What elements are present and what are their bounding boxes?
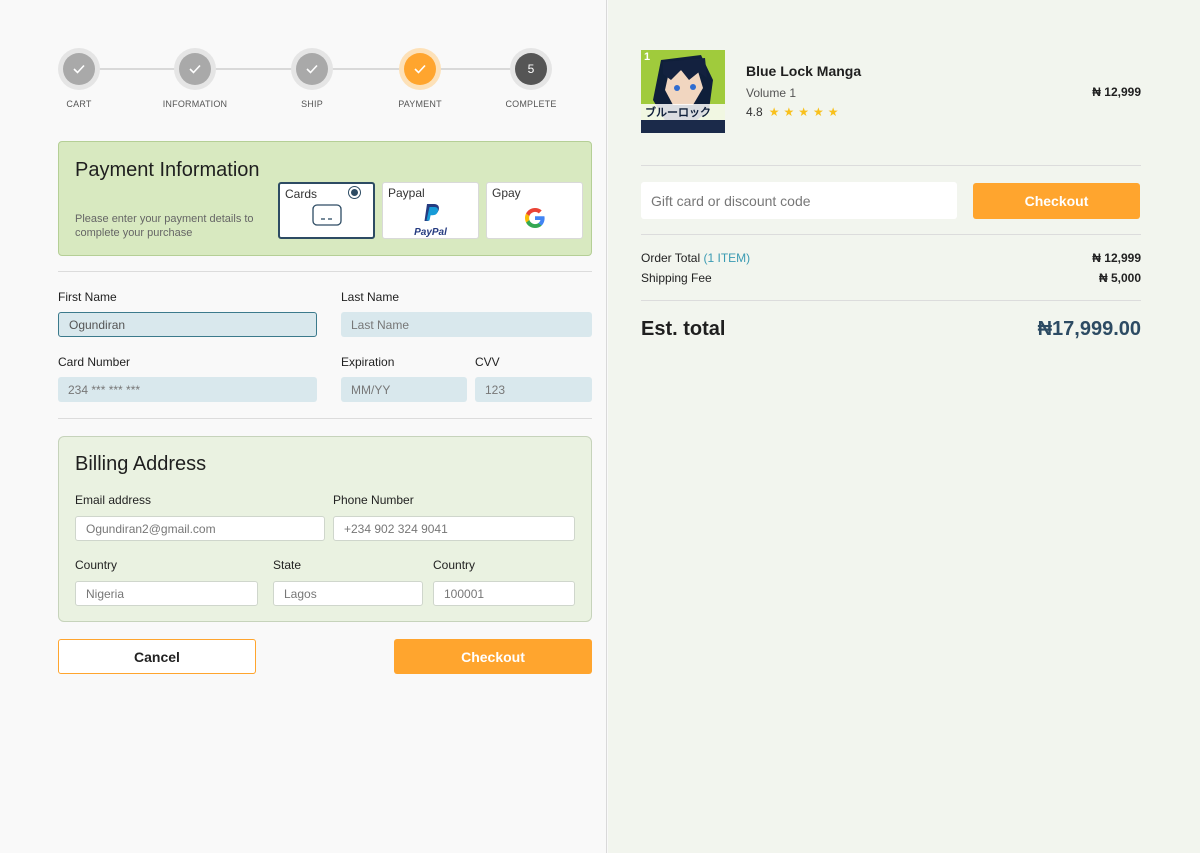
- step-information[interactable]: INFORMATION: [150, 48, 240, 109]
- divider: [58, 418, 592, 419]
- cvv-input[interactable]: 123: [475, 377, 592, 402]
- shipping-fee-label: Shipping Fee: [641, 271, 712, 285]
- step-complete[interactable]: 5 COMPLETE: [486, 48, 576, 109]
- checkout-button[interactable]: Checkout: [394, 639, 592, 674]
- card-number-label: Card Number: [58, 355, 131, 369]
- billing-address-card: Billing Address Email address Ogundiran2…: [58, 436, 592, 622]
- estimated-total-label: Est. total: [641, 318, 726, 340]
- payment-method-gpay[interactable]: Gpay: [486, 182, 583, 239]
- rating-value: 4.8: [746, 105, 763, 119]
- phone-label: Phone Number: [333, 493, 414, 507]
- divider: [58, 271, 592, 272]
- paypal-wordmark: PayPal: [414, 227, 447, 238]
- payment-information-card: Payment Information Please enter your pa…: [58, 141, 592, 256]
- paypal-logo: PayPal: [383, 203, 478, 238]
- order-total-label: Order Total: [641, 251, 701, 265]
- estimated-total-value: ₦17,999.00: [1037, 318, 1141, 340]
- card-number-input[interactable]: 234 *** *** ***: [58, 377, 317, 402]
- step-ship[interactable]: SHIP: [267, 48, 357, 109]
- order-summary-panel: ブルーロック 1 Blue Lock Manga Volume 1 4.8 ★★…: [608, 0, 1200, 853]
- billing-title: Billing Address: [75, 453, 207, 475]
- step-number: 5: [515, 53, 547, 85]
- payment-method-paypal[interactable]: Paypal PayPal: [382, 182, 479, 239]
- country-label: Country: [75, 558, 118, 572]
- product-cover-image[interactable]: ブルーロック 1: [641, 50, 725, 133]
- product-volume: Volume 1: [746, 86, 797, 100]
- google-g-icon: [487, 207, 582, 234]
- payment-method-label: Cards: [285, 187, 318, 201]
- product-rating: 4.8 ★★★★★: [746, 105, 842, 119]
- step-label: SHIP: [301, 99, 323, 109]
- shipping-fee-row: Shipping Fee ₦ 5,000: [641, 271, 1141, 285]
- postal-code-label: Country: [433, 558, 476, 572]
- payment-subtitle: Please enter your payment details to com…: [75, 213, 254, 239]
- cover-volume-number: 1: [644, 51, 651, 63]
- step-payment[interactable]: PAYMENT: [375, 48, 465, 109]
- product-price: ₦ 12,999: [1092, 85, 1141, 99]
- radio-selected-icon[interactable]: [348, 186, 361, 199]
- product-title: Blue Lock Manga: [746, 63, 862, 79]
- last-name-label: Last Name: [341, 290, 400, 304]
- payment-method-cards[interactable]: Cards: [278, 182, 375, 239]
- first-name-label: First Name: [58, 290, 117, 304]
- divider: [641, 300, 1141, 301]
- divider: [641, 234, 1141, 235]
- country-input[interactable]: Nigeria: [75, 581, 258, 606]
- cvv-label: CVV: [475, 355, 500, 369]
- email-label: Email address: [75, 493, 152, 507]
- svg-text:ブルーロック: ブルーロック: [645, 105, 711, 119]
- phone-input[interactable]: +234 902 324 9041: [333, 516, 575, 541]
- summary-checkout-button[interactable]: Checkout: [973, 183, 1140, 219]
- check-icon: [179, 53, 211, 85]
- order-total-row: Order Total (1 ITEM) ₦ 12,999: [641, 251, 1141, 265]
- step-cart[interactable]: CART: [34, 48, 124, 109]
- checkout-form-panel: CART INFORMATION SHIP PAYMENT 5 COMPLETE: [0, 0, 607, 853]
- state-input[interactable]: Lagos: [273, 581, 423, 606]
- payment-method-label: Paypal: [388, 186, 425, 200]
- payment-title: Payment Information: [75, 159, 260, 181]
- item-count: (1 ITEM): [703, 251, 751, 265]
- step-label: CART: [66, 99, 92, 109]
- checkout-stepper: CART INFORMATION SHIP PAYMENT 5 COMPLETE: [58, 48, 592, 118]
- divider: [641, 165, 1141, 166]
- first-name-input[interactable]: Ogundiran: [58, 312, 317, 337]
- expiration-input[interactable]: MM/YY: [341, 377, 467, 402]
- check-icon: [296, 53, 328, 85]
- payment-method-label: Gpay: [492, 186, 521, 200]
- gift-card-input[interactable]: Gift card or discount code: [641, 182, 957, 219]
- postal-code-input[interactable]: 100001: [433, 581, 575, 606]
- step-label: PAYMENT: [398, 99, 442, 109]
- order-total-value: ₦ 12,999: [1092, 251, 1141, 265]
- shipping-fee-value: ₦ 5,000: [1098, 271, 1141, 285]
- credit-card-icon: [280, 204, 373, 231]
- check-icon: [63, 53, 95, 85]
- state-label: State: [273, 558, 302, 572]
- step-label: COMPLETE: [505, 99, 557, 109]
- email-input[interactable]: Ogundiran2@gmail.com: [75, 516, 325, 541]
- last-name-input[interactable]: Last Name: [341, 312, 592, 337]
- step-label: INFORMATION: [162, 99, 228, 109]
- cancel-button[interactable]: Cancel: [58, 639, 256, 674]
- check-icon: [404, 53, 436, 85]
- expiration-label: Expiration: [341, 355, 395, 369]
- star-rating-icon: ★★★★★: [768, 105, 843, 119]
